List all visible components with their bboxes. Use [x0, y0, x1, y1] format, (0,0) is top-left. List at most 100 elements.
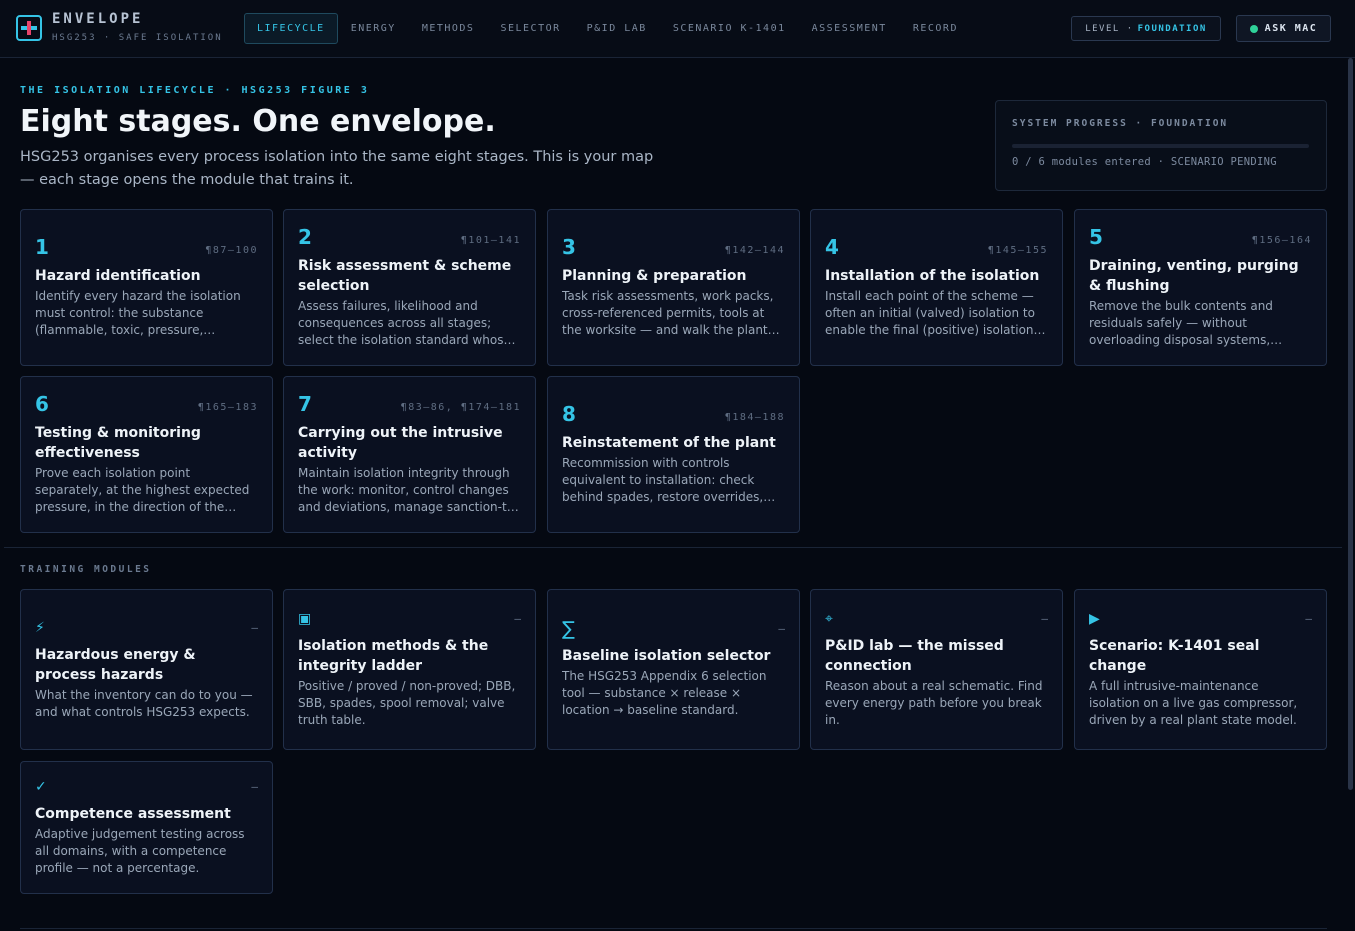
stage-reference: ¶101–141 [460, 235, 521, 246]
module-description: Positive / proved / non-proved; DBB, SBB… [298, 679, 516, 727]
stage-card-7[interactable]: 7 ¶83–86, ¶174–181 Carrying out the intr… [283, 376, 536, 533]
stage-card-8[interactable]: 8 ¶184–188 Reinstatement of the plant Re… [547, 376, 800, 533]
module-status: – [251, 780, 258, 793]
module-status: – [1305, 612, 1312, 625]
stage-reference: ¶145–155 [987, 245, 1048, 256]
stage-card-5[interactable]: 5 ¶156–164 Draining, venting, purging & … [1074, 209, 1327, 366]
stage-card-4[interactable]: 4 ¶145–155 Installation of the isolation… [810, 209, 1063, 366]
module-card-scenario[interactable]: ▶ – Scenario: K-1401 seal change A full … [1074, 589, 1327, 750]
nav-methods[interactable]: METHODS [409, 13, 488, 44]
play-icon: ▶ [1089, 611, 1100, 627]
stage-number: 8 [562, 402, 576, 426]
stage-number: 2 [298, 225, 312, 249]
online-status-icon [1249, 24, 1258, 33]
ask-mac-label: ASK MAC [1264, 23, 1318, 34]
stage-description: Install each point of the scheme — often… [825, 289, 1038, 337]
ask-mac-button[interactable]: ASK MAC [1236, 15, 1331, 42]
stage-card-3[interactable]: 3 ¶142–144 Planning & preparation Task r… [547, 209, 800, 366]
stage-card-1[interactable]: 1 ¶87–100 Hazard identification Identify… [20, 209, 273, 366]
envelope-logo-icon[interactable] [16, 15, 42, 41]
stage-description: Recommission with controls equivalent to… [562, 456, 764, 504]
nav-selector[interactable]: SELECTOR [487, 13, 573, 44]
stage-description: Task risk assessments, work packs, cross… [562, 289, 774, 337]
module-title: Baseline isolation selector [562, 648, 771, 664]
stage-reference: ¶83–86, ¶174–181 [400, 402, 521, 413]
module-card-assessment[interactable]: ✓ – Competence assessment Adaptive judge… [20, 761, 273, 894]
stage-number: 1 [35, 235, 49, 259]
stage-card-6[interactable]: 6 ¶165–183 Testing & monitoring effectiv… [20, 376, 273, 533]
nav-assessment[interactable]: ASSESSMENT [799, 13, 900, 44]
module-status: – [514, 612, 521, 625]
stage-description: Maintain isolation integrity through the… [298, 466, 519, 514]
module-description: What the inventory can do to you — and w… [35, 687, 253, 719]
page-title: Eight stages. One envelope. [20, 104, 496, 139]
stage-reference: ¶165–183 [197, 402, 258, 413]
nav-scenario[interactable]: SCENARIO K-1401 [660, 13, 799, 44]
system-progress-panel: SYSTEM PROGRESS · FOUNDATION 0 / 6 modul… [995, 100, 1327, 191]
stage-reference: ¶156–164 [1251, 235, 1312, 246]
progress-title: SYSTEM PROGRESS · FOUNDATION [1012, 118, 1229, 129]
stage-title: Planning & preparation [562, 268, 747, 284]
stage-title: Carrying out the intrusive activity [298, 425, 503, 461]
module-title: Isolation methods & the integrity ladder [298, 638, 489, 674]
stage-description: Prove each isolation point separately, a… [35, 466, 250, 514]
stage-reference: ¶142–144 [724, 245, 785, 256]
nav-lifecycle[interactable]: LIFECYCLE [244, 13, 338, 44]
module-title: Scenario: K-1401 seal change [1089, 638, 1260, 674]
level-value: FOUNDATION [1137, 23, 1207, 34]
section-divider [4, 547, 1342, 548]
crosshair-icon: ⌖ [825, 611, 833, 627]
sigma-icon: ∑ [562, 618, 575, 640]
stage-title: Reinstatement of the plant [562, 435, 776, 451]
stage-reference: ¶87–100 [205, 245, 258, 256]
stage-description: Remove the bulk contents and residuals s… [1089, 299, 1273, 347]
module-title: Competence assessment [35, 806, 231, 822]
module-title: P&ID lab — the missed connection [825, 638, 1004, 674]
page-scrollbar[interactable] [1348, 58, 1353, 790]
stage-number: 5 [1089, 225, 1103, 249]
hero-eyebrow: THE ISOLATION LIFECYCLE · HSG253 FIGURE … [20, 85, 370, 96]
level-prefix: LEVEL · [1085, 23, 1134, 34]
module-card-pid-lab[interactable]: ⌖ – P&ID lab — the missed connection Rea… [810, 589, 1063, 750]
stage-card-2[interactable]: 2 ¶101–141 Risk assessment & scheme sele… [283, 209, 536, 366]
stage-title: Hazard identification [35, 268, 201, 284]
stage-description: Identify every hazard the isolation must… [35, 289, 241, 337]
module-status: – [1041, 612, 1048, 625]
top-bar: ENVELOPE HSG253 · SAFE ISOLATION LIFECYC… [0, 0, 1355, 58]
module-card-energy[interactable]: ⚡ – Hazardous energy & process hazards W… [20, 589, 273, 750]
brand-name: ENVELOPE [52, 11, 144, 27]
module-description: Reason about a real schematic. Find ever… [825, 679, 1043, 727]
module-description: A full intrusive-maintenance isolation o… [1089, 679, 1298, 727]
module-status: – [251, 620, 258, 634]
nav-record[interactable]: RECORD [900, 13, 971, 44]
square-icon: ▣ [298, 611, 312, 627]
hero-description: HSG253 organises every process isolation… [20, 149, 654, 188]
stage-number: 6 [35, 392, 49, 416]
level-badge[interactable]: LEVEL · FOUNDATION [1071, 16, 1221, 41]
training-modules-label: TRAINING MODULES [20, 564, 152, 575]
check-icon: ✓ [35, 779, 47, 795]
module-description: Adaptive judgement testing across all do… [35, 827, 245, 875]
brand-subtitle: HSG253 · SAFE ISOLATION [52, 33, 223, 43]
footer-divider [20, 928, 1327, 929]
module-card-methods[interactable]: ▣ – Isolation methods & the integrity la… [283, 589, 536, 750]
stage-number: 4 [825, 235, 839, 259]
stage-reference: ¶184–188 [724, 412, 785, 423]
nav-energy[interactable]: ENERGY [338, 13, 409, 44]
stage-description: Assess failures, likelihood and conseque… [298, 299, 511, 347]
module-title: Hazardous energy & process hazards [35, 646, 196, 683]
progress-status: 0 / 6 modules entered · SCENARIO PENDING [1012, 156, 1277, 168]
stage-title: Draining, venting, purging & flushing [1089, 258, 1299, 294]
nav-pid-lab[interactable]: P&ID LAB [574, 13, 660, 44]
module-status: – [778, 622, 785, 635]
stage-title: Installation of the isolation [825, 268, 1040, 284]
module-description: The HSG253 Appendix 6 selection tool — s… [562, 669, 767, 717]
stage-title: Risk assessment & scheme selection [298, 258, 512, 294]
stage-number: 7 [298, 392, 312, 416]
main-nav: LIFECYCLE ENERGY METHODS SELECTOR P&ID L… [244, 13, 971, 44]
lightning-icon: ⚡ [35, 619, 45, 636]
progress-bar [1012, 144, 1309, 148]
module-card-selector[interactable]: ∑ – Baseline isolation selector The HSG2… [547, 589, 800, 750]
stage-number: 3 [562, 235, 576, 259]
stage-title: Testing & monitoring effectiveness [35, 425, 201, 461]
